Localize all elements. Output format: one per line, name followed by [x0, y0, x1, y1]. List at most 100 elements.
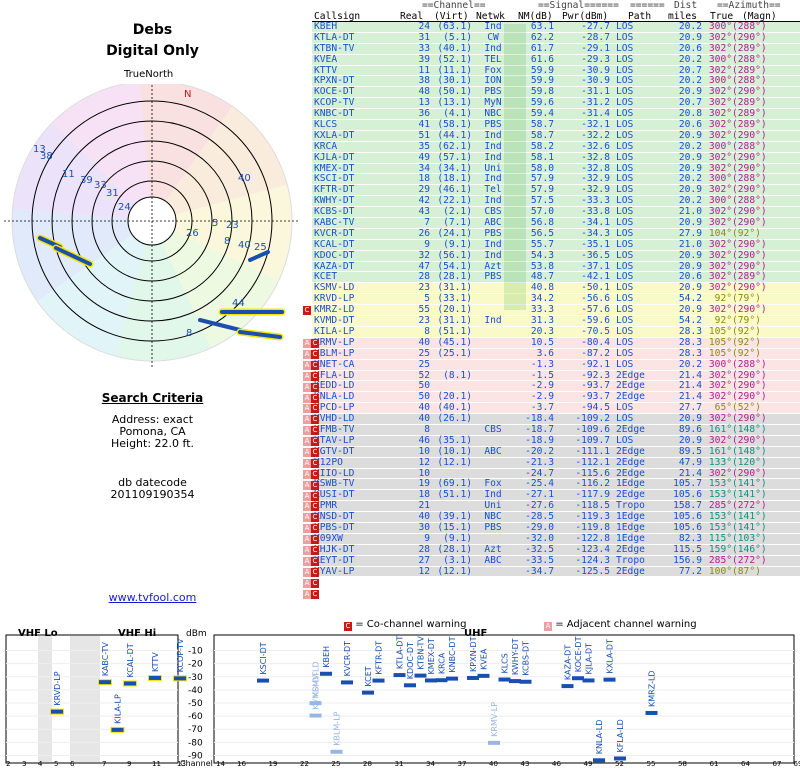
signal-bar: [519, 679, 532, 684]
cell-net: CBS: [484, 423, 502, 435]
bar-label: KFTR-DT: [375, 641, 384, 675]
uhf-tick: 34: [426, 760, 435, 768]
nm-highlight-band: [504, 24, 526, 310]
bar-label: KJLA-DT: [585, 643, 594, 675]
polar-channel-label: 33: [94, 180, 107, 191]
bar-label: KCBS-DT: [522, 641, 531, 676]
cell-real: 25: [418, 358, 430, 370]
signal-bar: [614, 756, 626, 761]
cell-net: Ind: [484, 315, 502, 327]
vhf-tick: 9: [127, 760, 131, 768]
co-channel-warning-icon: C: [311, 470, 319, 479]
cell-real: 32: [418, 249, 430, 261]
co-channel-warning-icon: C: [311, 448, 319, 457]
polar-channel-label: 40: [238, 240, 251, 251]
co-channel-warning-icon: C: [311, 459, 319, 468]
co-channel-warning-icon: C: [311, 361, 319, 370]
cell-call: KBLM-LP: [314, 347, 355, 359]
dbm-tick: -70: [188, 725, 203, 735]
co-channel-warning-icon: C: [311, 524, 319, 533]
bar-label: KCOP-TV: [176, 638, 185, 672]
polar-channel-label: 25: [254, 242, 267, 253]
bar-label: KRVD-LP: [53, 671, 62, 705]
vhf-tick: 4: [38, 760, 43, 768]
cell-path: LOS: [616, 151, 634, 163]
dbm-tick: -80: [188, 738, 203, 748]
polar-channel-label: 38: [40, 151, 53, 162]
cell-pwr: -87.2: [581, 347, 610, 359]
signal-bar: [467, 675, 479, 680]
bar-label: KWHY-DT: [511, 638, 520, 675]
cell-real: 27: [418, 554, 430, 566]
bar-label: KBLM-LP: [333, 711, 342, 745]
adjacent-warning-icon: A: [303, 590, 311, 599]
bar-label: KTBN-TV: [417, 636, 426, 670]
cell-call: KGTV-DT: [314, 445, 355, 457]
cell-path: LOS: [616, 53, 634, 65]
bar-label: KXLA-DT: [606, 639, 615, 674]
signal-bar: [509, 679, 521, 684]
adjacent-warning-icon: A: [303, 426, 311, 435]
bar-label: KDOC-DT: [406, 642, 415, 679]
table-row: KEYT-DT 27 (3.1) ABC -33.5 -124.3 Tropo 156.9 28…: [312, 554, 800, 567]
co-channel-warning-icon: C: [311, 350, 319, 359]
co-channel-warning-icon: C: [311, 590, 319, 599]
bar-label: KLCS: [501, 653, 510, 673]
north-marker: N: [184, 89, 191, 100]
uhf-tick: 49: [584, 760, 593, 768]
co-channel-warning-icon: C: [311, 415, 319, 424]
cell-dist: 20.2: [678, 358, 702, 370]
cell-mag: (288°): [732, 53, 767, 65]
signal-bar: [425, 678, 437, 683]
dbm-tick: -40: [188, 686, 203, 696]
cell-dist: 20.2: [678, 53, 702, 65]
co-channel-warning-icon: C: [311, 426, 319, 435]
uhf-tick: 64: [741, 760, 750, 768]
vhf-tick: 2: [6, 760, 10, 768]
height-text: Height: 22.0 ft.: [110, 437, 195, 450]
cell-az: 300°: [708, 53, 732, 65]
cell-virt: (12.1): [437, 456, 472, 468]
tvfool-link[interactable]: www.tvfool.com: [0, 591, 305, 604]
cell-az: 302°: [708, 151, 732, 163]
cell-virt: (25.1): [437, 347, 472, 359]
group-signal-tail: ======: [630, 0, 665, 11]
signal-bar: [99, 680, 111, 685]
cell-mag: (290°): [732, 249, 767, 261]
bar-label: KMRZ-LD: [648, 670, 657, 707]
adjacent-warning-icon: A: [303, 459, 311, 468]
vhf-tick: 11: [152, 760, 161, 768]
table-group-header: ==Channel== ==Signal====== ====== Dist =…: [312, 0, 800, 11]
dbm-tick: -10: [188, 647, 203, 657]
group-azimuth: ==Azimuth==: [717, 0, 781, 11]
bar-label: KVEA: [480, 648, 489, 670]
uhf-tick: 69: [794, 760, 800, 768]
vhf-gap2: [70, 636, 100, 762]
signal-bar: [372, 678, 385, 683]
signal-bar: [488, 740, 500, 745]
cell-az: 133°: [708, 456, 732, 468]
signal-bar: [561, 684, 574, 689]
cell-pwr: -112.1: [575, 456, 610, 468]
co-channel-warning-icon: C: [303, 306, 311, 315]
cell-path: LOS: [616, 249, 634, 261]
cell-dist: 156.9: [673, 554, 702, 566]
cell-nm: -33.5: [525, 554, 554, 566]
cell-pwr: -111.1: [575, 445, 610, 457]
cell-pwr: -29.3: [581, 53, 610, 65]
signal-bar: [320, 671, 332, 676]
bar-label: KFLA-LD: [616, 719, 625, 752]
cell-net: ABC: [484, 445, 502, 457]
cell-az: 300°: [708, 358, 732, 370]
uhf-tick: 25: [332, 760, 341, 768]
cell-mag: (120°): [732, 456, 767, 468]
cell-real: 12: [418, 456, 430, 468]
signal-bar: [149, 675, 161, 680]
bar-label: KBEH: [322, 646, 331, 668]
co-channel-warning-icon: C: [311, 568, 319, 577]
bar-label: KNLA-LD: [595, 720, 604, 755]
db-value: 201109190354: [110, 488, 195, 501]
adjacent-warning-icon: A: [303, 372, 311, 381]
signal-bar: [124, 681, 136, 686]
uhf-tick: 28: [363, 760, 372, 768]
